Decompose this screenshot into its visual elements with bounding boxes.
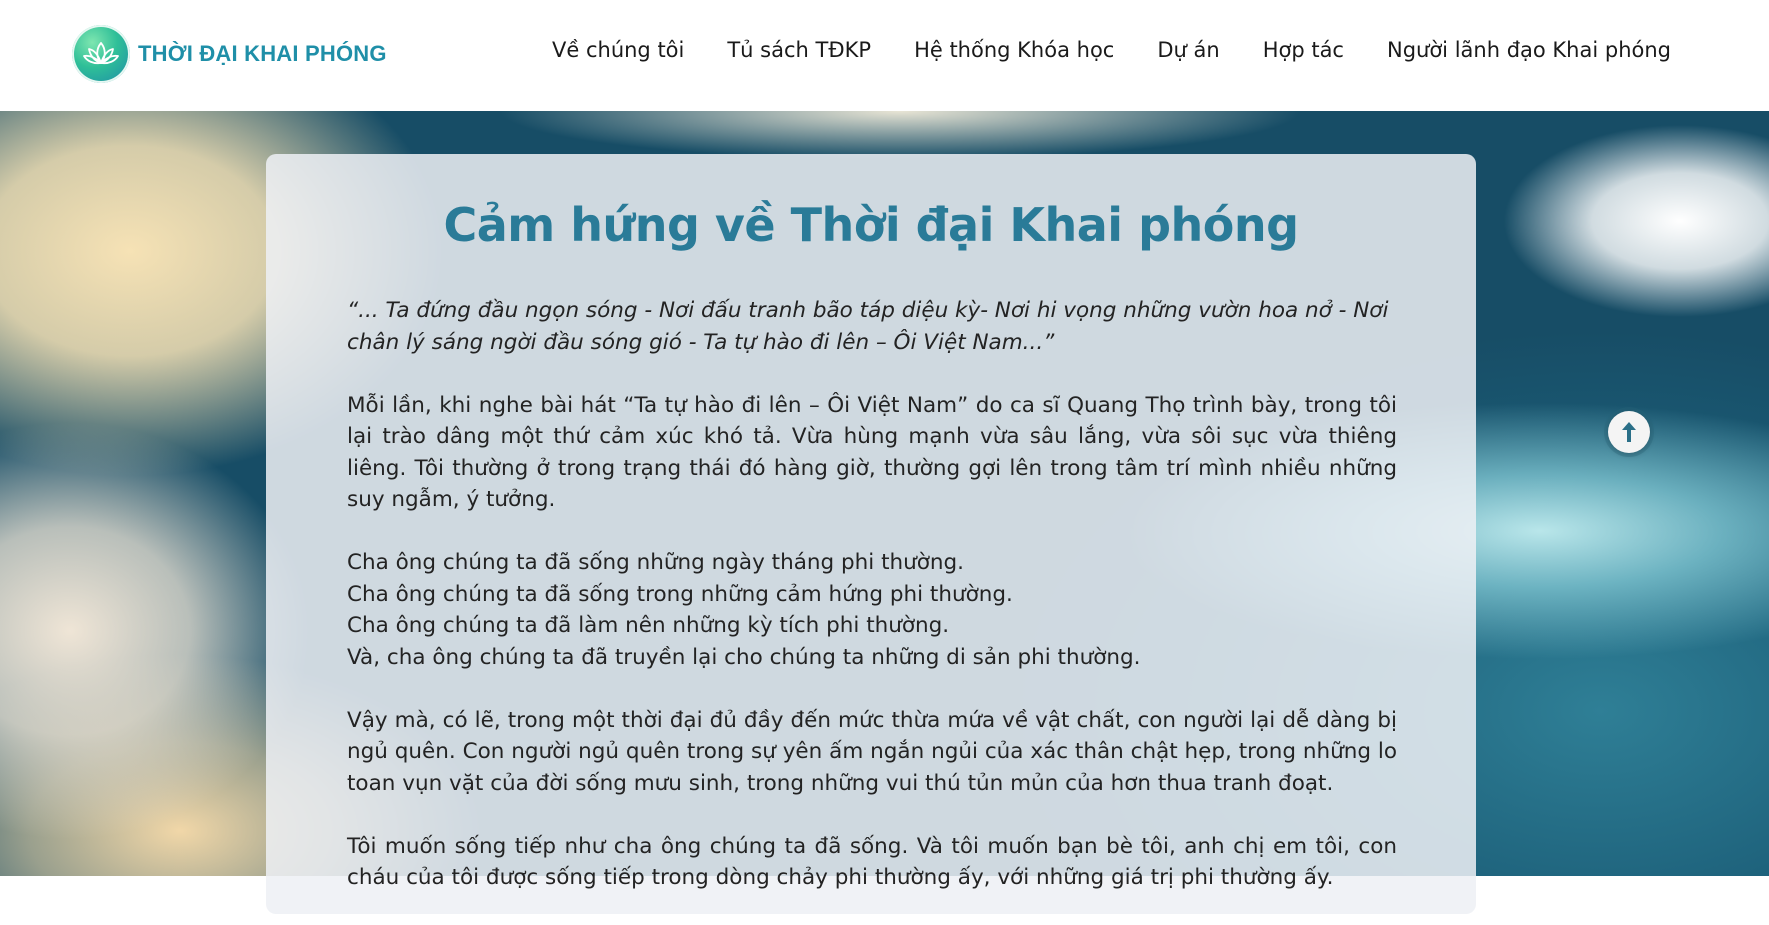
article-card: Cảm hứng về Thời đại Khai phóng “... Ta … — [266, 154, 1476, 914]
article-verse: Cha ông chúng ta đã sống những ngày thán… — [347, 547, 1397, 673]
scroll-to-top-button[interactable] — [1608, 411, 1650, 453]
verse-line: Và, cha ông chúng ta đã truyền lại cho c… — [347, 644, 1141, 670]
site-logo[interactable]: THỜI ĐẠI KHAI PHÓNG — [72, 25, 387, 83]
nav-item-about[interactable]: Về chúng tôi — [552, 38, 684, 62]
nav-item-leaders[interactable]: Người lãnh đạo Khai phóng — [1387, 38, 1671, 62]
arrow-up-icon — [1622, 422, 1636, 442]
article-paragraph: Tôi muốn sống tiếp như cha ông chúng ta … — [347, 833, 1397, 891]
main-nav: Về chúng tôi Tủ sách TĐKP Hệ thống Khóa … — [552, 38, 1671, 62]
nav-item-courses[interactable]: Hệ thống Khóa học — [914, 38, 1114, 62]
nav-item-projects[interactable]: Dự án — [1157, 38, 1219, 62]
article-body: “... Ta đứng đầu ngọn sóng - Nơi đấu tra… — [347, 295, 1397, 925]
verse-line: Cha ông chúng ta đã sống trong những cảm… — [347, 581, 1013, 607]
site-header: THỜI ĐẠI KHAI PHÓNG Về chúng tôi Tủ sách… — [0, 0, 1769, 111]
nav-item-bookshelf[interactable]: Tủ sách TĐKP — [727, 38, 871, 62]
nav-item-partnership[interactable]: Hợp tác — [1263, 38, 1344, 62]
article-quote: “... Ta đứng đầu ngọn sóng - Nơi đấu tra… — [347, 298, 1389, 355]
article-paragraph: Mỗi lần, khi nghe bài hát “Ta tự hào đi … — [347, 392, 1397, 513]
article-title: Cảm hứng về Thời đại Khai phóng — [443, 198, 1299, 252]
lotus-logo-icon — [72, 25, 130, 83]
logo-text: THỜI ĐẠI KHAI PHÓNG — [138, 41, 387, 66]
article-paragraph: Vậy mà, có lẽ, trong một thời đại đủ đầy… — [347, 707, 1397, 796]
verse-line: Cha ông chúng ta đã làm nên những kỳ tíc… — [347, 613, 950, 638]
verse-line: Cha ông chúng ta đã sống những ngày thán… — [347, 550, 965, 575]
